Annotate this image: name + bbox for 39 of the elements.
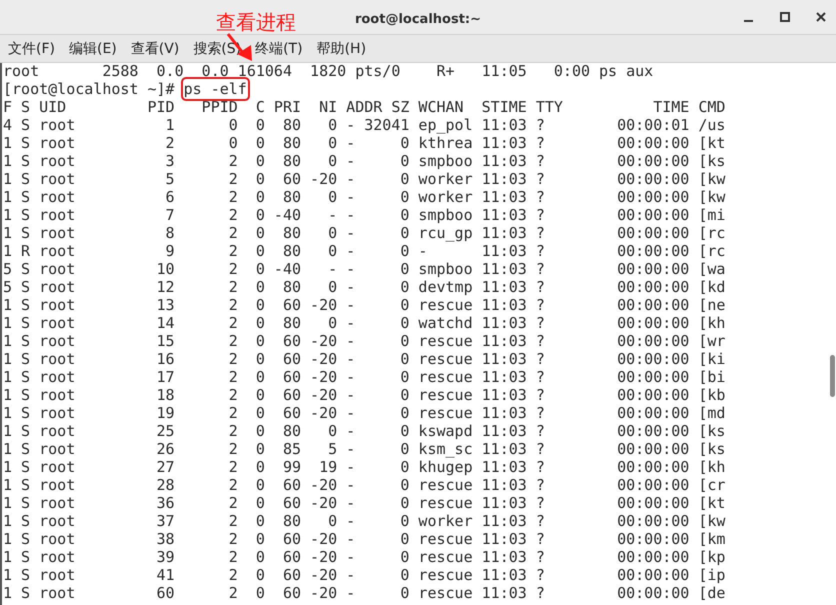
process-row-text: 1 S root 26 2 0 85 5 - 0 ksm_sc 11:03 ? 00:00:00 [ks — [2, 440, 726, 458]
highlighted-command: ps -elf — [184, 80, 247, 98]
menu-item[interactable]: 文件(F) — [8, 38, 55, 60]
process-row-text: 1 S root 13 2 0 60 -20 - 0 rescue 11:03 ? 00:00:00 [ne — [2, 296, 726, 314]
process-row-text: 1 S root 27 2 0 99 19 - 0 khugep 11:03 ? 00:00:00 [kh — [2, 458, 726, 476]
process-row-text: 1 S root 39 2 0 60 -20 - 0 rescue 11:03 ? 00:00:00 [kp — [2, 548, 726, 566]
menu-item[interactable]: 查看(V) — [130, 38, 180, 60]
process-row-text: 1 S root 5 2 0 60 -20 - 0 worker 11:03 ? 00:00:00 [kw — [2, 170, 726, 188]
process-row-text: 1 S root 25 2 0 80 0 - 0 kswapd 11:03 ? 00:00:00 [ks — [2, 422, 726, 440]
process-row-text: 1 S root 8 2 0 80 0 - 0 rcu_gp 11:03 ? 00:00:00 [rc — [2, 224, 726, 242]
process-row-text: 1 S root 60 2 0 60 -20 - 0 rescue 11:03 ? 00:00:00 [de — [2, 584, 726, 602]
shell-prompt: [root@localhost ~]# — [3, 80, 176, 98]
process-row-text: 1 S root 41 2 0 60 -20 - 0 rescue 11:03 ? 00:00:00 [ip — [2, 566, 726, 584]
process-row-text: 5 S root 10 2 0 -40 - - 0 smpboo 11:03 ? 00:00:00 [wa — [2, 260, 726, 278]
process-row-text: 1 S root 28 2 0 60 -20 - 0 rescue 11:03 ? 00:00:00 [cr — [2, 476, 726, 494]
process-row-text: 1 S root 14 2 0 80 0 - 0 watchd 11:03 ? 00:00:00 [kh — [2, 314, 726, 332]
process-row-text: 1 S root 18 2 0 60 -20 - 0 rescue 11:03 ? 00:00:00 [kb — [2, 386, 726, 404]
process-row-text: 1 S root 37 2 0 80 0 - 0 worker 11:03 ? 00:00:00 [kw — [2, 512, 726, 530]
process-row-text: 5 S root 12 2 0 80 0 - 0 devtmp 11:03 ? 00:00:00 [kd — [2, 278, 726, 296]
process-row-text: 1 S root 15 2 0 60 -20 - 0 rescue 11:03 ? 00:00:00 [wr — [2, 332, 726, 350]
window-title: root@localhost:~ — [354, 10, 482, 26]
terminal-line: root 2588 0.0 0.0 161064 1820 pts/0 R+ 11:05 0:00 ps aux — [2, 63, 654, 80]
process-row-text: 1 S root 3 2 0 80 0 - 0 smpboo 11:03 ? 00:00:00 [ks — [2, 152, 726, 170]
column-header: F S UID PID PPID C PRI NI ADDR SZ WCHAN STIME TTY TIME CMD — [2, 98, 726, 116]
process-row-text: 1 R root 9 2 0 80 0 - 0 - 11:03 ? 00:00:00 [rc — [2, 242, 726, 260]
process-row-text: 1 S root 6 2 0 80 0 - 0 worker 11:03 ? 00:00:00 [kw — [2, 188, 726, 206]
scrollbar-thumb[interactable] — [830, 355, 835, 397]
process-row-text: 1 S root 2 0 0 80 0 - 0 kthrea 11:03 ? 00:00:00 [kt — [2, 134, 726, 152]
process-row-text: 1 S root 38 2 0 60 -20 - 0 rescue 11:03 ? 00:00:00 [km — [2, 530, 726, 548]
menu-item[interactable]: 编辑(E) — [68, 38, 117, 60]
annotation-label: 查看进程 — [216, 10, 296, 34]
process-row-text: 1 S root 36 2 0 60 -20 - 0 rescue 11:03 ? 00:00:00 [kt — [2, 494, 726, 512]
process-row-text: 1 S root 19 2 0 60 -20 - 0 rescue 11:03 ? 00:00:00 [md — [2, 404, 726, 422]
process-row-text: 1 S root 16 2 0 60 -20 - 0 rescue 11:03 ? 00:00:00 [ki — [2, 350, 726, 368]
process-row-text: 1 S root 17 2 0 60 -20 - 0 rescue 11:03 ? 00:00:00 [bi — [2, 368, 726, 386]
process-row-text: 1 S root 7 2 0 -40 - - 0 smpboo 11:03 ? 00:00:00 [mi — [2, 206, 726, 224]
process-row-text: 4 S root 1 0 0 80 0 - 32041 ep_pol 11:03 ? 00:00:01 /us — [2, 116, 726, 134]
menu-item[interactable]: 帮助(H) — [316, 38, 366, 60]
menu-item[interactable]: 终端(T) — [255, 38, 303, 60]
